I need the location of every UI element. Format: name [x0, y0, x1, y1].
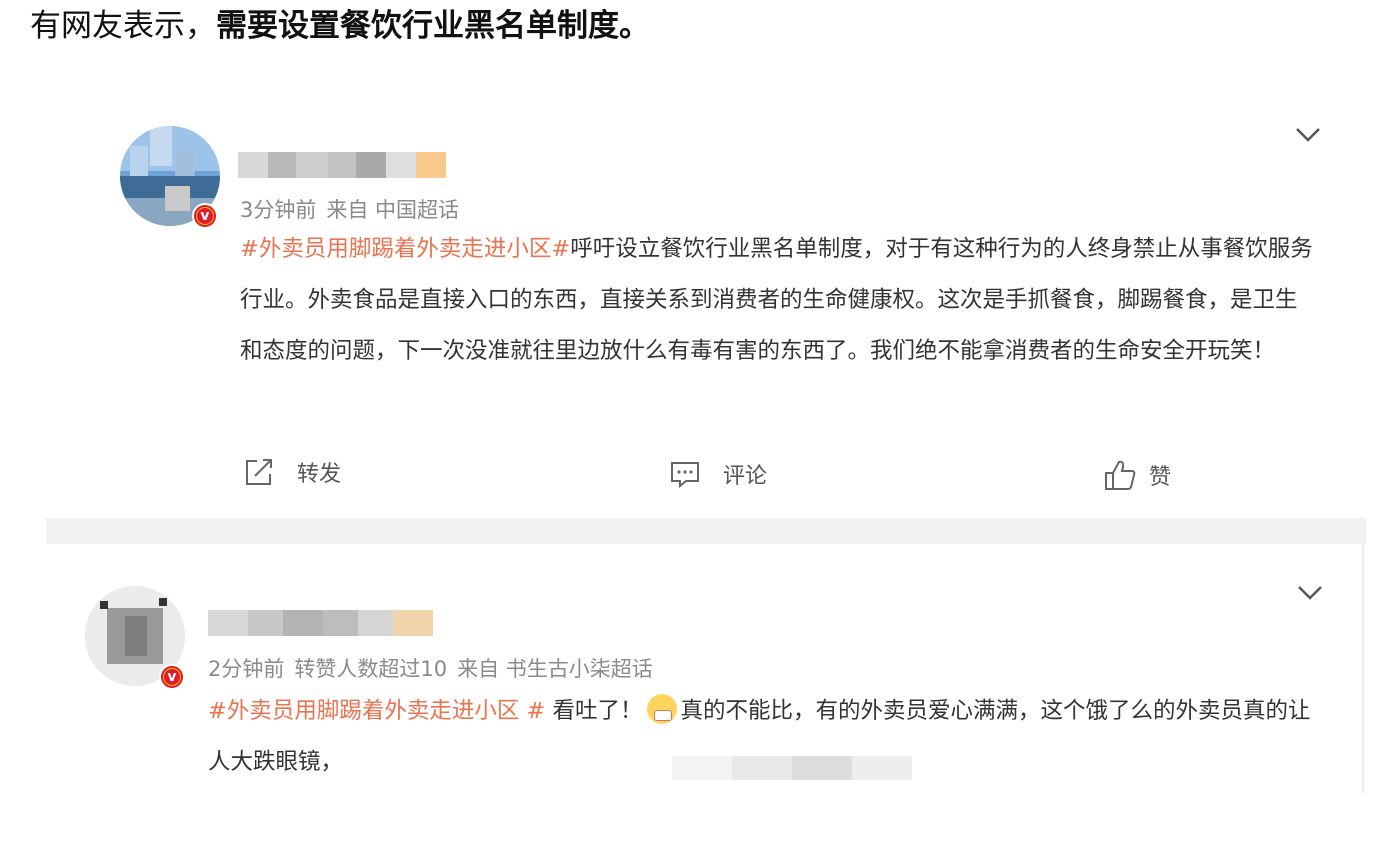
card-border	[1362, 544, 1364, 794]
post-source[interactable]: 来自 中国超话	[326, 198, 459, 222]
post-extra: 转赞人数超过10	[294, 657, 448, 681]
headline-prefix: 有网友表示，	[30, 8, 216, 44]
chevron-down-icon[interactable]	[1294, 126, 1322, 144]
post-text-part1: 看吐了！	[545, 698, 643, 724]
post-meta: 2分钟前 转赞人数超过10 来自 书生古小柒超话	[208, 653, 663, 683]
article-headline: 有网友表示，需要设置餐饮行业黑名单制度。	[30, 4, 650, 48]
comment-button[interactable]: 评论	[669, 458, 767, 490]
post-time[interactable]: 2分钟前	[208, 657, 284, 681]
hashtag-link[interactable]: #外卖员用脚踢着外卖走进小区 #	[208, 698, 545, 724]
username-blurred[interactable]	[238, 152, 448, 178]
comment-icon	[671, 462, 699, 489]
vomit-emoji-icon	[646, 694, 677, 724]
post-divider	[46, 518, 1366, 544]
post-meta: 3分钟前 来自 中国超话	[240, 194, 469, 224]
verified-badge-icon: v	[159, 664, 185, 690]
like-label: 赞	[1149, 465, 1172, 490]
chevron-down-icon[interactable]	[1296, 584, 1324, 602]
thumbs-up-icon	[1105, 460, 1136, 490]
repost-label: 转发	[297, 462, 342, 487]
post-time[interactable]: 3分钟前	[240, 198, 316, 222]
username-blurred[interactable]	[208, 610, 433, 636]
headline-bold: 需要设置餐饮行业黑名单制度。	[216, 8, 650, 44]
post-source[interactable]: 来自 书生古小柒超话	[457, 657, 653, 681]
repost-icon	[246, 459, 272, 485]
blurred-text	[672, 756, 912, 780]
repost-button[interactable]: 转发	[243, 456, 341, 488]
verified-badge-icon: v	[192, 203, 218, 229]
like-button[interactable]: 赞	[1103, 458, 1171, 492]
post-body: #外卖员用脚踢着外卖走进小区#呼吁设立餐饮行业黑名单制度，对于有这种行为的人终身…	[240, 224, 1315, 377]
comment-label: 评论	[723, 464, 768, 489]
hashtag-link[interactable]: #外卖员用脚踢着外卖走进小区#	[240, 236, 570, 262]
